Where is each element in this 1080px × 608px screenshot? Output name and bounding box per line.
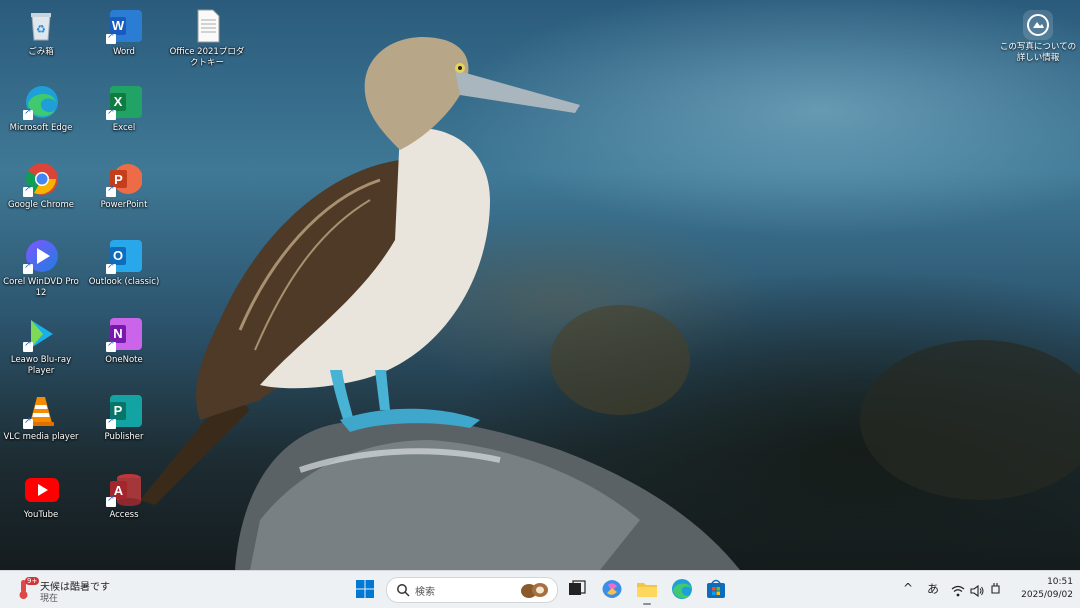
youtube-icon [23,471,59,507]
outlook-label: Outlook (classic) [88,277,160,287]
word-shortcut[interactable]: W Word [85,8,163,58]
edge-shortcut[interactable]: Microsoft Edge [2,84,80,134]
copilot-button[interactable] [600,577,624,601]
chrome-shortcut[interactable]: Google Chrome [2,161,80,211]
edge-icon [672,579,692,599]
weather-widget[interactable]: 9+ 天候は酷暑です 現在 [14,575,124,604]
windows-logo-icon [356,580,374,598]
about-this-photo-button[interactable]: この写真についての詳しい情報 [996,10,1080,64]
recycle-bin-label: ごみ箱 [28,47,54,57]
folder-icon [637,583,657,597]
volume-speaker-icon[interactable] [970,582,984,601]
youtube-label: YouTube [23,510,59,520]
svg-text:A: A [114,483,124,498]
store-icon [707,579,725,598]
system-clock[interactable]: 10:51 2025/09/02 [1013,576,1073,602]
search-placeholder: 検索 [415,587,435,598]
document-icon [189,8,225,44]
start-button[interactable] [353,577,377,601]
microsoft-store-button[interactable] [704,577,728,601]
windvd-icon [23,238,59,274]
onenote-shortcut[interactable]: N OneNote [85,316,163,366]
access-icon: A [106,471,142,507]
weather-badge: 9+ [25,577,40,585]
coconut-search-highlight-icon [521,583,548,598]
ime-mode-indicator[interactable]: あ [927,580,939,597]
battery-power-icon[interactable] [989,581,1003,600]
clock-time: 10:51 [1047,577,1073,587]
vlc-label: VLC media player [3,432,79,442]
show-hidden-icons-chevron-up-icon[interactable]: ^ [903,581,913,595]
windvd-label: Corel WinDVD Pro 12 [3,277,79,298]
recycle-bin-icon: ♻ [23,8,59,44]
outlook-shortcut[interactable]: O Outlook (classic) [85,238,163,288]
task-view-button[interactable] [565,577,589,601]
chrome-label: Google Chrome [7,200,75,210]
task-view-icon [569,580,586,595]
publisher-icon: P [106,393,142,429]
outlook-icon: O [106,238,142,274]
word-icon: W [106,8,142,44]
svg-text:♻: ♻ [36,23,46,36]
file-explorer-button[interactable] [635,577,659,605]
office-key-document-shortcut[interactable]: Office 2021プロダクトキー [168,8,246,69]
excel-shortcut[interactable]: X Excel [85,84,163,134]
chrome-icon [23,161,59,197]
about-photo-label: この写真についての詳しい情報 [999,42,1077,63]
excel-label: Excel [112,123,136,133]
powerpoint-icon: P [106,161,143,197]
taskbar: 9+ 天候は酷暑です 現在 検索 ^ あ 10:51 2025/09/02 [0,570,1080,608]
svg-text:P: P [114,172,123,187]
office-key-label: Office 2021プロダクトキー [169,47,245,68]
publisher-shortcut[interactable]: P Publisher [85,393,163,443]
vlc-icon [23,393,59,429]
leawo-label: Leawo Blu-ray Player [10,355,72,376]
leawo-shortcut[interactable]: Leawo Blu-ray Player [2,316,80,377]
clock-date: 2025/09/02 [1021,590,1073,600]
recycle-bin-shortcut[interactable]: ♻ ごみ箱 [2,8,80,58]
windvd-shortcut[interactable]: Corel WinDVD Pro 12 [2,238,80,299]
powerpoint-label: PowerPoint [100,200,148,210]
access-shortcut[interactable]: A Access [85,471,163,521]
leawo-icon [23,316,59,352]
weather-subtitle: 現在 [40,594,59,604]
excel-icon: X [106,84,142,120]
taskbar-search[interactable]: 検索 [386,577,558,603]
network-wifi-icon[interactable] [951,582,965,601]
edge-icon [23,84,59,120]
active-app-indicator [643,603,651,605]
onenote-label: OneNote [105,355,143,365]
search-icon [397,584,410,597]
camera-lens-icon [1023,10,1053,40]
edge-taskbar-button[interactable] [670,577,694,601]
access-label: Access [109,510,139,520]
word-label: Word [113,47,135,57]
publisher-label: Publisher [104,432,144,442]
vlc-shortcut[interactable]: VLC media player [2,393,80,443]
onenote-icon: N [106,316,142,352]
copilot-icon [602,580,622,598]
youtube-shortcut[interactable]: YouTube [2,471,80,521]
edge-label: Microsoft Edge [9,123,73,133]
powerpoint-shortcut[interactable]: P PowerPoint [85,161,163,211]
